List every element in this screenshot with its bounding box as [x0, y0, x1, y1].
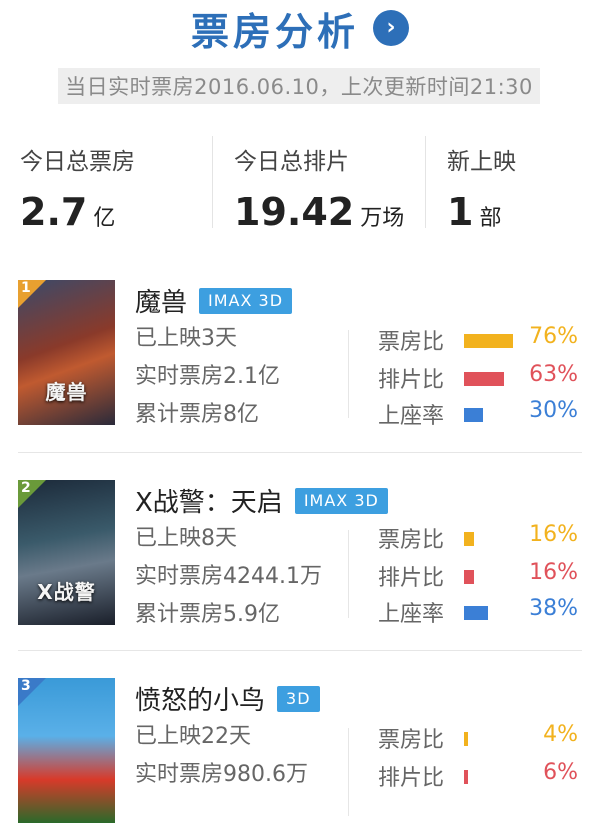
rank-number: 2 — [21, 480, 31, 496]
metric-label: 排片比 — [378, 766, 445, 791]
metric-label: 票房比 — [378, 330, 445, 355]
divider — [348, 728, 349, 816]
divider — [425, 136, 426, 228]
metric-percent: 30% — [529, 398, 578, 423]
divider — [18, 452, 582, 453]
metric-bar — [464, 770, 468, 784]
live-box-office: 实时票房4244.1万 — [135, 564, 322, 589]
total-box-office: 累计票房8亿 — [135, 402, 259, 427]
movie-poster[interactable]: 3 — [18, 678, 115, 823]
format-badge: IMAX 3D — [294, 487, 388, 514]
chevron-right-icon[interactable]: › — [373, 10, 409, 46]
divider — [18, 650, 582, 651]
metric-percent: 63% — [529, 362, 578, 387]
stat-value: 1部 — [447, 190, 516, 234]
metric-label: 上座率 — [378, 404, 445, 429]
format-badge: 3D — [277, 685, 320, 712]
page-title: 票房分析 — [190, 9, 359, 54]
summary-stats: 今日总票房 2.7 亿 今日总排片 19.42 万场 新上映 1部 — [0, 130, 600, 234]
movie-title-row: X战警：天启 IMAX 3D — [135, 482, 388, 519]
metric-box-share: 票房比 76% — [378, 324, 588, 358]
metric-box-share: 票房比 4% — [378, 722, 588, 756]
metric-label: 票房比 — [378, 528, 445, 553]
metric-percent: 6% — [543, 760, 578, 785]
movie-card[interactable]: 3 愤怒的小鸟 3D 已上映22天 实时票房980.6万 票房比 4% 排片比 … — [0, 678, 600, 828]
poster-title: X战警 — [37, 580, 96, 604]
metric-bar — [464, 732, 468, 746]
stat-number: 19.42 — [234, 190, 355, 234]
movie-card[interactable]: 2 X战警 X战警：天启 IMAX 3D 已上映8天 实时票房4244.1万 累… — [0, 480, 600, 630]
total-box-office: 累计票房5.9亿 — [135, 602, 280, 627]
divider — [212, 136, 213, 228]
metric-percent: 4% — [543, 722, 578, 747]
poster-title: 魔兽 — [45, 380, 88, 404]
rank-number: 1 — [21, 280, 31, 296]
metric-label: 排片比 — [378, 368, 445, 393]
metric-schedule-share: 排片比 63% — [378, 362, 588, 396]
divider — [348, 330, 349, 418]
metric-percent: 16% — [529, 522, 578, 547]
stat-label: 今日总排片 — [234, 149, 349, 175]
metric-label: 排片比 — [378, 566, 445, 591]
metric-percent: 38% — [529, 596, 578, 621]
metric-bar — [464, 570, 474, 584]
divider — [348, 530, 349, 618]
metric-seat-rate: 上座率 38% — [378, 596, 588, 630]
metric-box-share: 票房比 16% — [378, 522, 588, 556]
movie-title: X战警：天启 — [135, 488, 283, 518]
live-box-office: 实时票房2.1亿 — [135, 364, 280, 389]
metric-schedule-share: 排片比 16% — [378, 560, 588, 594]
movie-title-row: 愤怒的小鸟 3D — [135, 680, 320, 717]
live-box-office: 实时票房980.6万 — [135, 762, 308, 787]
metric-schedule-share: 排片比 6% — [378, 760, 588, 794]
movie-title-row: 魔兽 IMAX 3D — [135, 282, 293, 319]
stat-value: 19.42 万场 — [234, 190, 404, 234]
metric-label: 上座率 — [378, 602, 445, 627]
metric-bar — [464, 606, 488, 620]
stat-label: 今日总票房 — [20, 149, 135, 175]
metric-bar — [464, 408, 483, 422]
stat-unit: 万场 — [360, 206, 405, 231]
movie-title: 愤怒的小鸟 — [135, 686, 266, 716]
stat-label: 新上映 — [447, 149, 516, 175]
movie-card[interactable]: 1 魔兽 魔兽 IMAX 3D 已上映3天 实时票房2.1亿 累计票房8亿 票房… — [0, 280, 600, 430]
movie-poster[interactable]: 1 魔兽 — [18, 280, 115, 425]
days-released: 已上映3天 — [135, 326, 237, 351]
stat-new-releases: 新上映 1部 — [447, 130, 516, 234]
rank-number: 3 — [21, 678, 31, 694]
stat-value: 2.7 亿 — [20, 190, 135, 234]
format-badge: IMAX 3D — [199, 287, 293, 314]
days-released: 已上映8天 — [135, 526, 237, 551]
stat-unit: 部 — [479, 206, 502, 231]
metric-percent: 16% — [529, 560, 578, 585]
movie-poster[interactable]: 2 X战警 — [18, 480, 115, 625]
stat-number: 1 — [447, 190, 474, 234]
metric-percent: 76% — [529, 324, 578, 349]
stat-number: 2.7 — [20, 190, 88, 234]
metric-label: 票房比 — [378, 728, 445, 753]
movie-title: 魔兽 — [135, 288, 188, 318]
metric-bar — [464, 372, 504, 386]
header: 票房分析 › — [0, 0, 600, 56]
stat-total-box-office: 今日总票房 2.7 亿 — [20, 130, 135, 234]
days-released: 已上映22天 — [135, 724, 251, 749]
metric-bar — [464, 532, 474, 546]
metric-bar — [464, 334, 513, 348]
update-info: 当日实时票房2016.06.10，上次更新时间21:30 — [58, 68, 540, 104]
stat-total-screenings: 今日总排片 19.42 万场 — [234, 130, 404, 234]
stat-unit: 亿 — [93, 206, 116, 231]
metric-seat-rate: 上座率 30% — [378, 398, 588, 432]
